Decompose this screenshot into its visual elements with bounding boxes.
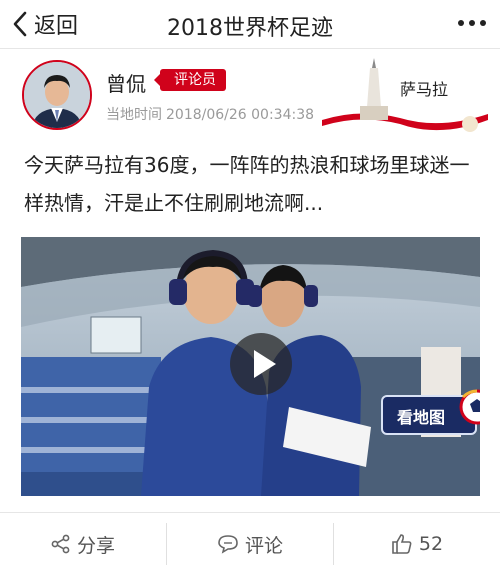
like-button[interactable]: 52 bbox=[334, 513, 500, 575]
more-options-button[interactable] bbox=[458, 20, 486, 26]
comment-label: 评论 bbox=[244, 534, 283, 557]
comment-button[interactable]: 评论 bbox=[167, 513, 333, 575]
more-dot-icon bbox=[469, 20, 475, 26]
time-label: 当地时间 bbox=[106, 107, 162, 123]
view-map-button[interactable]: 看地图 bbox=[381, 387, 480, 439]
comment-icon bbox=[218, 535, 238, 554]
play-icon bbox=[254, 350, 276, 378]
thumbs-up-icon bbox=[392, 534, 412, 554]
top-nav-bar: 返回 2018世界杯足迹 bbox=[0, 0, 500, 49]
play-button[interactable] bbox=[230, 333, 292, 395]
role-badge: 评论员 bbox=[154, 69, 226, 91]
share-label: 分享 bbox=[76, 534, 115, 557]
view-map-label: 看地图 bbox=[397, 408, 446, 427]
like-count: 52 bbox=[418, 533, 444, 555]
post-header: 曾侃 评论员 当地时间 2018/06/26 00:34:38 萨马拉 bbox=[0, 52, 500, 134]
more-dot-icon bbox=[458, 20, 464, 26]
page-title: 2018世界杯足迹 bbox=[167, 16, 333, 41]
post-text: 今天萨马拉有36度，一阵阵的热浪和球场里球迷一样热情，汗是止不住刷刷地流啊... bbox=[24, 153, 470, 215]
author-avatar[interactable] bbox=[22, 60, 92, 130]
post-timestamp: 当地时间 2018/06/26 00:34:38 bbox=[106, 104, 314, 124]
more-dot-icon bbox=[480, 20, 486, 26]
author-name[interactable]: 曾侃 bbox=[106, 68, 146, 97]
share-icon bbox=[51, 534, 70, 554]
video-player[interactable]: 看地图 bbox=[21, 237, 480, 496]
football-icon bbox=[459, 389, 480, 425]
share-button[interactable]: 分享 bbox=[0, 513, 166, 575]
time-value: 2018/06/26 00:34:38 bbox=[166, 107, 315, 123]
action-bar: 分享 评论 52 bbox=[0, 512, 500, 575]
avatar-portrait-icon bbox=[24, 62, 90, 128]
city-name: 萨马拉 bbox=[400, 80, 449, 99]
